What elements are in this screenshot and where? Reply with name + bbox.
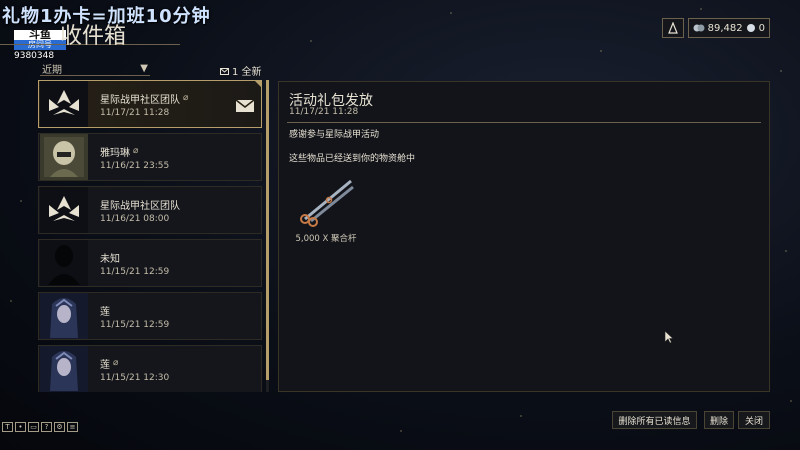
delete-all-read-button[interactable]: 删除所有已读信息 [612, 411, 697, 429]
stream-room-badge: 斗鱼 房间号 9380348 [14, 29, 66, 61]
message-item[interactable]: 星际战甲社区团队 11/16/21 08:00 [38, 186, 262, 234]
mouse-cursor-icon [664, 330, 674, 344]
monitor-icon[interactable]: ▭ [28, 422, 39, 432]
message-date: 11/15/21 12:59 [100, 319, 170, 330]
mastery-icon [667, 22, 678, 34]
reward-caption: 5,000 X 聚合杆 [295, 234, 357, 244]
attachment-icon: ⌀ [113, 358, 119, 368]
credits-value: 89,482 [707, 22, 743, 34]
chat-t-icon[interactable]: T [2, 422, 13, 432]
message-detail-panel: 活动礼包发放 11/17/21 11:28 感谢参与星际战甲活动 这些物品已经送… [278, 81, 770, 392]
delete-button[interactable]: 删除 [704, 411, 734, 429]
lotus-icon [40, 81, 88, 127]
sender-name: 莲 [100, 306, 110, 318]
message-date: 11/17/21 11:28 [100, 107, 170, 118]
lotus-portrait-icon [40, 346, 88, 392]
options-icon[interactable]: ≡ [67, 422, 78, 432]
message-list: 星际战甲社区团队 ⌀ 11/17/21 11:28 雅玛琳 ⌀ 11/16/21 2… [38, 80, 262, 392]
chevron-down-icon: ▼ [140, 63, 148, 74]
message-body-line: 这些物品已经送到你的物资舱中 [289, 154, 416, 164]
platform-logo: 斗鱼 [14, 29, 66, 40]
envelope-open-icon [235, 99, 255, 112]
message-date: 11/16/21 23:55 [100, 160, 170, 171]
close-button[interactable]: 关闭 [738, 411, 770, 429]
credits-icon [693, 24, 705, 32]
page-title: 收件箱 [60, 24, 127, 49]
sender-name: 未知 [100, 253, 120, 265]
message-date: 11/15/21 12:30 [100, 372, 170, 383]
new-count-label: 1 全新 [232, 67, 262, 78]
unread-corner-marker [254, 80, 262, 88]
filter-selected: 近期 [42, 65, 62, 76]
message-item[interactable]: 雅玛琳 ⌀ 11/16/21 23:55 [38, 133, 262, 181]
sender-name: 星际战甲社区团队 [100, 200, 180, 212]
credits-box[interactable]: 89,482 0 [687, 18, 770, 38]
help-icon[interactable]: ? [41, 422, 52, 432]
message-date: 11/16/21 08:00 [100, 213, 170, 224]
scrollbar-thumb[interactable] [266, 80, 269, 380]
pin-icon[interactable]: • [15, 422, 26, 432]
polymer-bundle-icon [289, 170, 363, 232]
helmet-portrait-icon [40, 134, 88, 180]
settings-icon[interactable]: ⚙ [54, 422, 65, 432]
mail-filter-dropdown[interactable]: 近期 ▼ [40, 62, 150, 76]
detail-divider [287, 122, 761, 123]
sender-name: 雅玛琳 [100, 147, 130, 159]
lotus-icon [40, 187, 88, 233]
platinum-icon [746, 24, 755, 32]
attachment-icon: ⌀ [183, 93, 189, 103]
message-item[interactable]: 星际战甲社区团队 ⌀ 11/17/21 11:28 [38, 80, 262, 128]
new-mail-count: 1 全新 [220, 63, 262, 78]
sender-name: 莲 [100, 359, 110, 371]
lotus-portrait-icon [40, 293, 88, 339]
currency-bar: 89,482 0 [661, 18, 770, 38]
message-item[interactable]: 莲 ⌀ 11/15/21 12:30 [38, 345, 262, 392]
message-detail-date: 11/17/21 11:28 [289, 107, 359, 117]
mail-stack-icon [220, 67, 229, 75]
room-number: 9380348 [14, 51, 55, 61]
mastery-box[interactable] [661, 18, 684, 38]
message-item[interactable]: 莲 11/15/21 12:59 [38, 292, 262, 340]
message-date: 11/15/21 12:59 [100, 266, 170, 277]
bottom-left-toolbar: T • ▭ ? ⚙ ≡ [2, 422, 78, 432]
platinum-value: 0 [758, 22, 765, 34]
sender-name: 星际战甲社区团队 [100, 94, 180, 106]
message-body-line: 感谢参与星际战甲活动 [289, 130, 380, 140]
reward-item[interactable]: 5,000 X 聚合杆 [289, 170, 363, 250]
message-item[interactable]: 未知 11/15/21 12:59 [38, 239, 262, 287]
room-label: 房间号 [14, 40, 66, 50]
attachment-icon: ⌀ [133, 146, 139, 156]
silhouette-icon [40, 240, 88, 286]
message-list-scrollbar[interactable] [266, 80, 269, 392]
